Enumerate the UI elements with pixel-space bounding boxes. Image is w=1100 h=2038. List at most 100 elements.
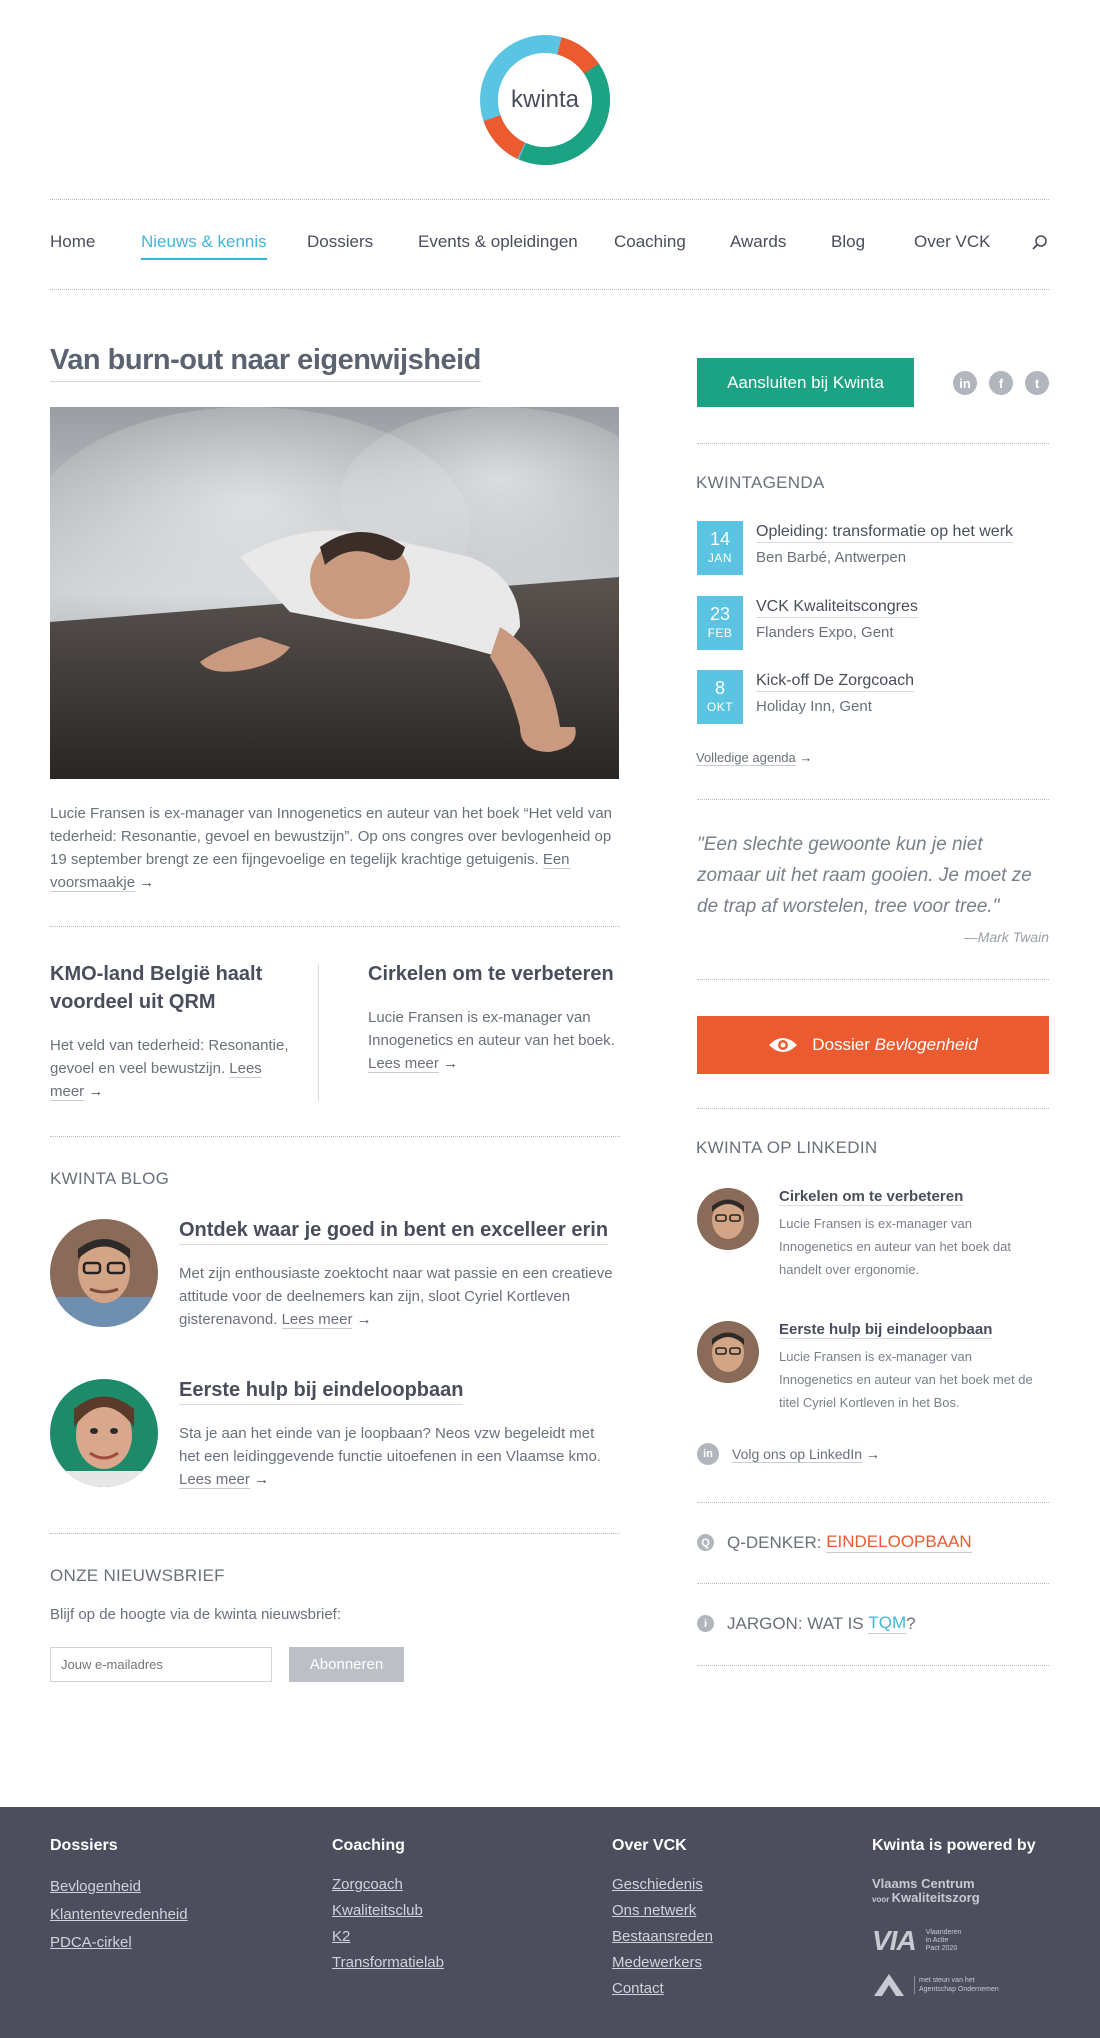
event-title[interactable]: VCK Kwaliteitscongres	[756, 598, 918, 618]
teaser-title[interactable]: Cirkelen om te verbeteren	[368, 960, 618, 988]
agentschap-ondernemen-logo[interactable]: met steun van het Agentschap Ondernemen	[872, 1972, 999, 1998]
agentschap-icon	[874, 1974, 904, 1996]
teaser-card: Cirkelen om te verbeteren Lucie Fransen …	[368, 960, 618, 1075]
nav-divider-bottom	[50, 289, 1049, 290]
nav-item-blog[interactable]: Blog	[831, 232, 865, 252]
qdenker-row[interactable]: Q Q-DENKER: EINDELOOPBAAN	[697, 1532, 972, 1553]
arrow-right-icon: →	[356, 1311, 372, 1328]
divider	[697, 1108, 1049, 1109]
footer-link[interactable]: Medewerkers	[612, 1950, 713, 1976]
twitter-icon[interactable]: t	[1025, 371, 1049, 395]
agenda-title: KWINTAGENDA	[696, 473, 825, 492]
article-title[interactable]: Van burn-out naar eigenwijsheid	[50, 344, 481, 382]
footer-link[interactable]: Transformatielab	[332, 1950, 444, 1976]
quote-text: "Een slechte gewoonte kun je niet zomaar…	[697, 834, 1032, 917]
divider	[697, 443, 1049, 444]
jargon-row[interactable]: i JARGON: WAT IS TQM?	[697, 1613, 916, 1634]
footer-link[interactable]: Geschiedenis	[612, 1872, 713, 1898]
nav-item-dossiers[interactable]: Dossiers	[307, 232, 373, 252]
author-avatar[interactable]	[697, 1321, 759, 1383]
footer-link[interactable]: PDCA-cirkel	[50, 1930, 188, 1956]
teaser-text: Het veld van tederheid: Resonantie, gevo…	[50, 1037, 289, 1101]
dossier-bevlogenheid-button[interactable]: Dossier Bevlogenheid	[697, 1016, 1049, 1074]
info-icon: i	[697, 1615, 714, 1632]
subscribe-button[interactable]: Abonneren	[289, 1647, 404, 1682]
email-input[interactable]	[50, 1647, 272, 1682]
author-avatar[interactable]	[697, 1188, 759, 1250]
search-icon[interactable]	[1031, 234, 1049, 252]
linkedin-follow-link[interactable]: in Volg ons op LinkedIn →	[697, 1443, 880, 1465]
teaser-text: Lucie Fransen is ex-manager van Innogene…	[368, 1009, 615, 1073]
event-title[interactable]: Kick-off De Zorgcoach	[756, 672, 914, 692]
linkedin-post: Eerste hulp bij eindeloopbaan Lucie Fran…	[697, 1321, 1049, 1421]
footer-link[interactable]: K2	[332, 1924, 444, 1950]
facebook-icon[interactable]: f	[989, 371, 1013, 395]
footer-column-over-vck: Over VCK Geschiedenis Ons netwerk Bestaa…	[612, 1837, 713, 2002]
footer-column-title: Coaching	[332, 1837, 405, 1854]
footer-link[interactable]: Kwaliteitsclub	[332, 1898, 444, 1924]
event-location: Flanders Expo, Gent	[756, 624, 894, 641]
divider	[697, 1583, 1049, 1584]
divider	[697, 1665, 1049, 1666]
teaser-title[interactable]: KMO-land België haalt voordeel uit QRM	[50, 960, 290, 1016]
event-date-badge: 14 JAN	[697, 521, 743, 575]
footer-link[interactable]: Bestaansreden	[612, 1924, 713, 1950]
nav-item-events[interactable]: Events & opleidingen	[418, 232, 578, 252]
qdenker-label: Q-DENKER:	[727, 1532, 827, 1552]
column-separator	[318, 964, 319, 1101]
article-hero-image[interactable]	[50, 407, 619, 779]
newsletter-title: ONZE NIEUWSBRIEF	[50, 1566, 225, 1585]
linkedin-icon[interactable]: in	[953, 371, 977, 395]
nav-item-awards[interactable]: Awards	[730, 232, 786, 252]
article-intro: Lucie Fransen is ex-manager van Innogene…	[50, 805, 613, 892]
qdenker-link[interactable]: EINDELOOPBAAN	[826, 1532, 972, 1553]
newsletter-text: Blijf op de hoogte via de kwinta nieuwsb…	[50, 1606, 342, 1623]
full-agenda-link[interactable]: Volledige agenda →	[696, 750, 812, 766]
linkedin-post-text: Lucie Fransen is ex-manager van Innogene…	[779, 1349, 1033, 1410]
event-date-badge: 8 OKT	[697, 670, 743, 724]
footer-column-coaching: Coaching Zorgcoach Kwaliteitsclub K2 Tra…	[332, 1837, 444, 1976]
via-logo[interactable]: VIA Vlaanderen in Actie Pact 2020	[872, 1925, 962, 1957]
arrow-right-icon: →	[865, 1446, 880, 1462]
footer-link[interactable]: Contact	[612, 1976, 713, 2002]
tqm-link[interactable]: TQM	[868, 1613, 907, 1634]
nav-item-coaching[interactable]: Coaching	[614, 232, 686, 252]
lees-meer-link[interactable]: Lees meer	[179, 1471, 250, 1489]
linkedin-post-title[interactable]: Eerste hulp bij eindeloopbaan	[779, 1321, 993, 1339]
logo-text: kwinta	[498, 53, 592, 147]
event-date-badge: 23 FEB	[697, 596, 743, 650]
blog-post-title[interactable]: Ontdek waar je goed in bent en excelleer…	[179, 1219, 609, 1245]
arrow-right-icon: →	[254, 1471, 270, 1488]
teaser-card: KMO-land België haalt voordeel uit QRM H…	[50, 960, 290, 1103]
lees-meer-link[interactable]: Lees meer	[368, 1055, 439, 1073]
blog-section-title: KWINTA BLOG	[50, 1169, 170, 1188]
linkedin-post-title[interactable]: Cirkelen om te verbeteren	[779, 1188, 964, 1206]
blog-post: Ontdek waar je goed in bent en excelleer…	[50, 1219, 620, 1329]
linkedin-icon: in	[697, 1443, 719, 1465]
blog-post-title[interactable]: Eerste hulp bij eindeloopbaan	[179, 1379, 464, 1405]
kwinta-logo[interactable]: kwinta	[480, 35, 610, 165]
arrow-right-icon: →	[443, 1055, 459, 1072]
nav-item-home[interactable]: Home	[50, 232, 95, 252]
event-location: Ben Barbé, Antwerpen	[756, 549, 907, 566]
author-avatar[interactable]	[50, 1379, 158, 1487]
footer-column-title: Kwinta is powered by	[872, 1837, 1036, 1854]
event-title[interactable]: Opleiding: transformatie op het werk	[756, 523, 1014, 543]
blog-post-text: Met zijn enthousiaste zoektocht naar wat…	[179, 1265, 613, 1329]
lees-meer-link[interactable]: Lees meer	[281, 1311, 353, 1329]
eye-icon	[768, 1036, 798, 1054]
footer-link[interactable]: Klantentevredenheid	[50, 1902, 188, 1928]
nav-item-nieuws-kennis[interactable]: Nieuws & kennis	[141, 232, 267, 260]
nav-item-over-vck[interactable]: Over VCK	[914, 232, 991, 252]
join-kwinta-button[interactable]: Aansluiten bij Kwinta	[697, 358, 914, 407]
divider	[697, 1502, 1049, 1503]
quote-author: —Mark Twain	[963, 929, 1049, 945]
blog-post: Eerste hulp bij eindeloopbaan Sta je aan…	[50, 1379, 620, 1489]
vck-logo[interactable]: Vlaams Centrum voor Kwaliteitszorg	[872, 1877, 980, 1907]
main-nav: Home Nieuws & kennis Dossiers Events & o…	[50, 226, 1049, 262]
author-avatar[interactable]	[50, 1219, 158, 1327]
arrow-right-icon: →	[88, 1083, 104, 1100]
footer-link[interactable]: Zorgcoach	[332, 1872, 444, 1898]
footer-link[interactable]: Ons netwerk	[612, 1898, 713, 1924]
footer-link[interactable]: Bevlogenheid	[50, 1874, 188, 1900]
